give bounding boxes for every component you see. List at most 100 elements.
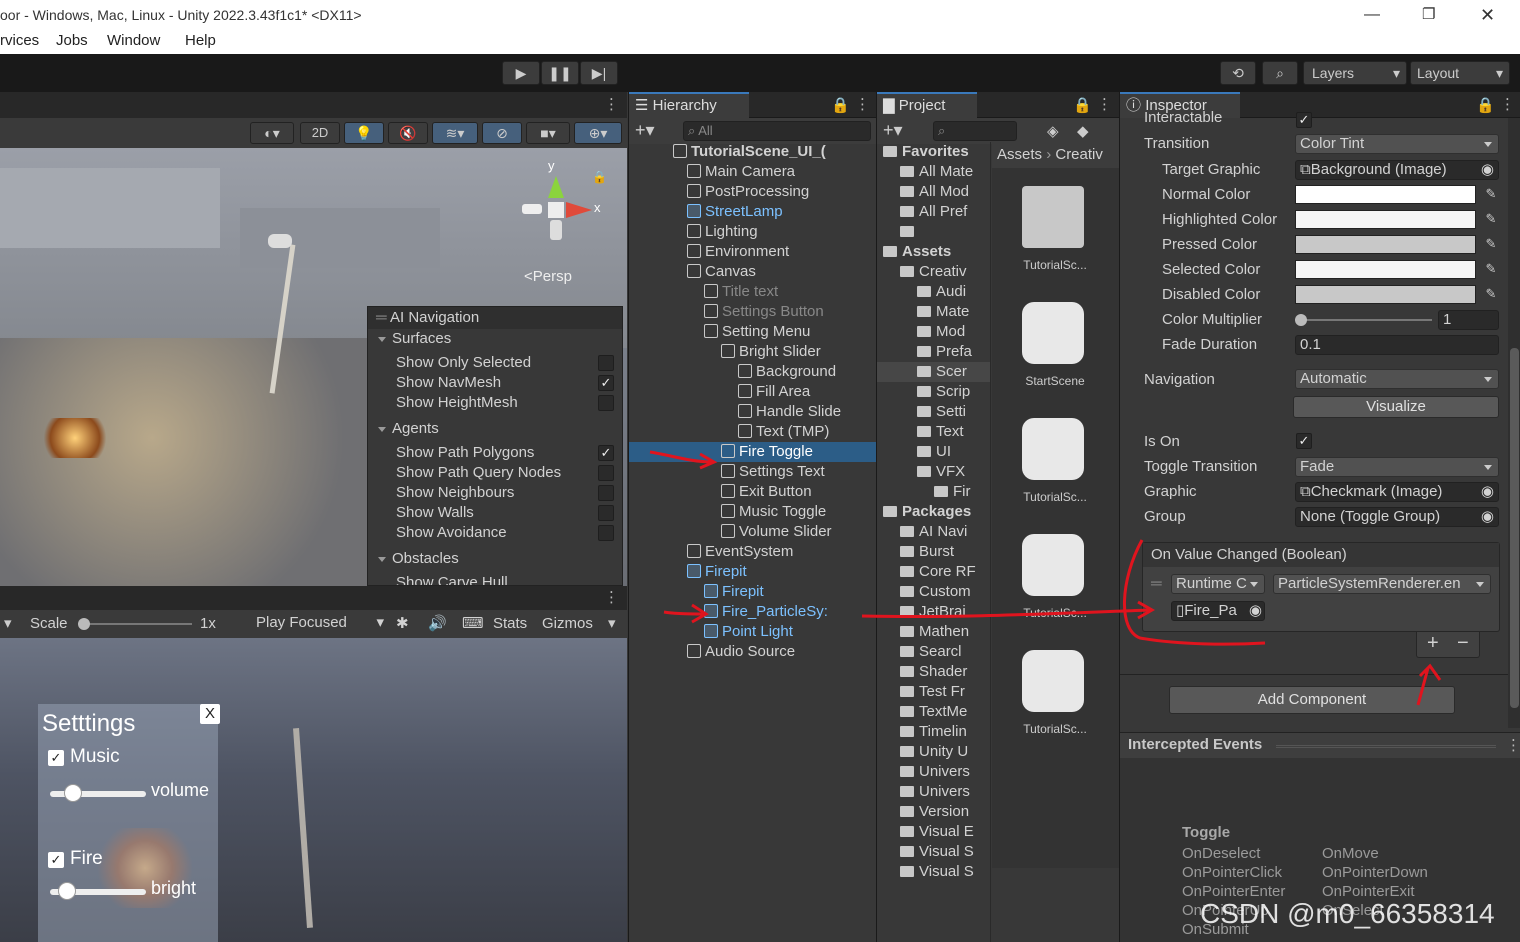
eyedropper-icon[interactable]: ✎ <box>1482 210 1500 228</box>
nav-option-row[interactable]: Show HeightMesh <box>368 393 622 413</box>
project-tree-item[interactable]: Audi <box>877 282 990 302</box>
project-search-input[interactable]: ⌕ <box>933 121 1017 141</box>
graphic-field[interactable]: ⧉Checkmark (Image) ◉ <box>1295 482 1499 502</box>
history-icon[interactable]: ⟲ <box>1220 61 1256 85</box>
project-tree-item[interactable]: All Pref <box>877 202 990 222</box>
lock-icon[interactable]: 🔒 <box>1073 96 1092 114</box>
nav-option-row[interactable]: Show Walls <box>368 503 622 523</box>
game-viewport[interactable]: Setttings X ✓ Music volume ✓ Fire bright <box>0 638 627 942</box>
color-multiplier-slider-handle[interactable] <box>1295 314 1307 326</box>
project-tree-item[interactable]: Visual S <box>877 862 990 882</box>
nav-option-checkbox[interactable] <box>598 465 614 481</box>
scale-slider-track[interactable] <box>80 623 192 625</box>
obstacles-foldout[interactable]: Obstacles <box>368 549 622 569</box>
hierarchy-item[interactable]: Fill Area <box>629 382 876 402</box>
project-tree-item[interactable]: Scer <box>877 362 990 382</box>
project-tree-item[interactable]: Visual E <box>877 822 990 842</box>
hierarchy-item[interactable]: Text (TMP) <box>629 422 876 442</box>
agents-foldout[interactable]: Agents <box>368 419 622 439</box>
hierarchy-item[interactable]: Fire_ParticleSy: <box>629 602 876 622</box>
nav-option-checkbox[interactable] <box>598 355 614 371</box>
project-tree-item[interactable]: UI <box>877 442 990 462</box>
object-picker-icon[interactable]: ◉ <box>1481 483 1494 501</box>
audio-icon[interactable]: 🔊 <box>428 610 447 638</box>
settings-close-button[interactable]: X <box>200 704 220 724</box>
search-icon[interactable]: ⌕ <box>1262 61 1298 85</box>
chevron-down-icon[interactable]: ▾ <box>4 610 12 638</box>
pause-icon[interactable]: ❚❚ <box>541 61 579 85</box>
color-swatch[interactable] <box>1295 285 1476 304</box>
event-object-field[interactable]: ▯Fire_Pa ◉ <box>1171 601 1265 621</box>
nav-option-checkbox[interactable] <box>598 395 614 411</box>
hierarchy-item[interactable]: Firepit <box>629 562 876 582</box>
project-tree-item[interactable]: Visual S <box>877 842 990 862</box>
scale-slider-handle[interactable] <box>78 618 90 630</box>
project-tree-item[interactable]: Timelin <box>877 722 990 742</box>
music-checkbox[interactable]: ✓ <box>48 750 64 766</box>
project-tree-item[interactable]: Test Fr <box>877 682 990 702</box>
hierarchy-item[interactable]: Settings Button <box>629 302 876 322</box>
overlay-header[interactable]: ═ AI Navigation <box>368 307 622 329</box>
hierarchy-item[interactable]: Lighting <box>629 222 876 242</box>
gizmos-icon[interactable]: ⊕▾ <box>574 122 622 144</box>
nav-option-checkbox[interactable]: ✓ <box>598 375 614 391</box>
project-tree-item[interactable]: Custom <box>877 582 990 602</box>
project-tree-item[interactable]: VFX <box>877 462 990 482</box>
lighting-icon[interactable]: 💡 <box>344 122 384 144</box>
project-tree-item[interactable]: Version <box>877 802 990 822</box>
add-listener-button[interactable]: + <box>1427 632 1439 655</box>
toggle-transition-dropdown[interactable]: Fade <box>1295 457 1499 477</box>
stats-button[interactable]: Stats <box>493 610 527 638</box>
scene-view[interactable]: ⋮ ◐▾ 2D 💡 🔇 ≋▾ ⊘ ■▾ ⊕▾ y x 🔒 <Persp ═ AI… <box>0 92 627 586</box>
menu-services[interactable]: rvices <box>0 30 39 52</box>
gizmo-x-cone[interactable] <box>566 202 592 218</box>
camera-icon[interactable]: ■▾ <box>526 122 570 144</box>
lock-icon[interactable]: 🔒 <box>592 170 607 184</box>
layout-dropdown[interactable]: Layout ▾ <box>1410 61 1510 85</box>
add-icon[interactable]: +▾ <box>635 120 655 141</box>
hierarchy-item[interactable]: Audio Source <box>629 642 876 662</box>
color-multiplier-field[interactable]: 1 <box>1438 310 1499 330</box>
hierarchy-item[interactable]: Bright Slider <box>629 342 876 362</box>
scene-viewport[interactable]: y x 🔒 <Persp ═ AI Navigation Surfaces Sh… <box>0 148 627 586</box>
project-tree-item[interactable]: Shader <box>877 662 990 682</box>
project-tree-item[interactable]: Univers <box>877 762 990 782</box>
hierarchy-item[interactable]: Firepit <box>629 582 876 602</box>
color-swatch[interactable] <box>1295 185 1476 204</box>
hierarchy-item[interactable]: Volume Slider <box>629 522 876 542</box>
asset-tile[interactable]: TutorialSc... <box>1000 650 1110 750</box>
color-multiplier-slider-track[interactable] <box>1300 319 1432 321</box>
hierarchy-item[interactable]: Handle Slide <box>629 402 876 422</box>
more-icon[interactable]: ⋮ <box>604 588 619 606</box>
orientation-gizmo[interactable]: y x 🔒 <box>520 158 620 248</box>
gizmo-neg-x[interactable] <box>522 204 542 214</box>
step-icon[interactable]: ▶| <box>580 61 618 85</box>
gizmo-y-cone[interactable] <box>548 176 564 198</box>
persp-label[interactable]: <Persp <box>524 268 572 285</box>
nav-option-row[interactable]: Show Avoidance <box>368 523 622 543</box>
shading-mode-icon[interactable]: ◐▾ <box>250 122 294 144</box>
menu-jobs[interactable]: Jobs <box>56 30 88 52</box>
tab-project[interactable]: ▇ Project <box>877 92 977 118</box>
asset-tile[interactable]: TutorialSc... <box>1000 534 1110 634</box>
hierarchy-item[interactable]: Background <box>629 362 876 382</box>
function-dropdown[interactable]: ParticleSystemRenderer.en <box>1273 574 1491 594</box>
play-icon[interactable]: ▶ <box>502 61 540 85</box>
scrollbar-thumb[interactable] <box>1510 348 1519 708</box>
hierarchy-item[interactable]: Environment <box>629 242 876 262</box>
group-field[interactable]: None (Toggle Group) ◉ <box>1295 507 1499 527</box>
project-tree-item[interactable]: Setti <box>877 402 990 422</box>
hierarchy-item[interactable]: Setting Menu <box>629 322 876 342</box>
effects-icon[interactable]: ≋▾ <box>432 122 478 144</box>
hierarchy-item[interactable]: Fire Toggle <box>629 442 876 462</box>
eyedropper-icon[interactable]: ✎ <box>1482 260 1500 278</box>
hierarchy-item[interactable]: TutorialScene_UI_( <box>629 142 876 162</box>
breadcrumb-creative[interactable]: Creativ <box>1055 146 1103 163</box>
hierarchy-item[interactable]: Point Light <box>629 622 876 642</box>
menu-help[interactable]: Help <box>185 30 216 52</box>
filter-type-icon[interactable]: ◈ <box>1047 122 1059 140</box>
play-focused-dropdown[interactable]: Play Focused ▾ <box>252 613 388 635</box>
hierarchy-item[interactable]: Main Camera <box>629 162 876 182</box>
close-window-icon[interactable]: ✕ <box>1480 0 1495 30</box>
project-tree-item[interactable]: Mathen <box>877 622 990 642</box>
